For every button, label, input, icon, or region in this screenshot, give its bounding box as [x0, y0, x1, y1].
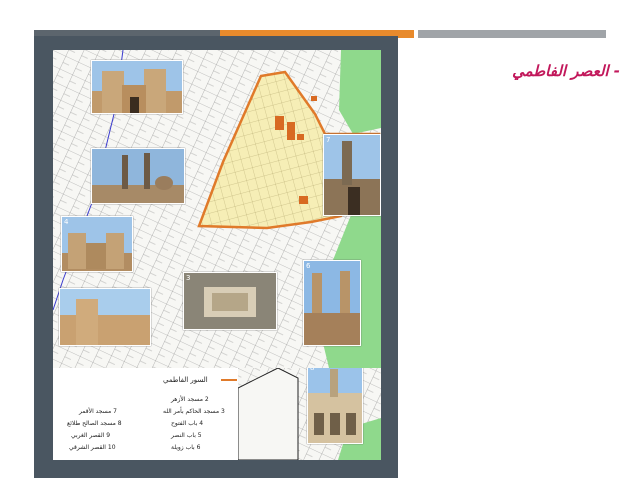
map-legend: السور الفاطمي 2 مسجد الأزهر 3 مسجد الحاك…: [53, 368, 238, 460]
legend-item: 9 القصر الغربي: [71, 432, 111, 439]
legend-item: 3 مسجد الحاكم بأمر الله: [163, 408, 225, 415]
photo-aerial: 3: [183, 272, 277, 330]
photo-number: 7: [326, 136, 331, 144]
monument-3: [297, 134, 304, 140]
photo-number: 3: [186, 274, 191, 282]
photo-number: 6: [306, 262, 311, 270]
photo-bab-zuwayla: 6: [303, 260, 361, 346]
photo-mosque-image: [92, 149, 184, 203]
legend-title: السور الفاطمي: [163, 376, 208, 384]
monument-5: [311, 96, 317, 101]
legend-item: 5 باب النصر: [171, 432, 202, 439]
legend-item: 10 القصر الشرقي: [69, 444, 116, 451]
photo-number: 4: [64, 218, 69, 226]
legend-wall-swatch: [221, 379, 237, 381]
photo-gate: [91, 60, 183, 114]
top-bar-gray: [418, 30, 606, 38]
map-lower-right: 8: [238, 368, 381, 460]
photo-bab-al-futuh: 4: [61, 216, 133, 272]
map: 4 3 7 6: [53, 50, 381, 368]
monument-4: [299, 196, 308, 204]
legend-item: 4 باب الفتوح: [171, 420, 204, 427]
monument-1: [275, 116, 284, 130]
legend-item: 7 مسجد الأقمر: [79, 408, 117, 415]
monument-2: [287, 122, 295, 140]
photo-aqmar-image: [308, 368, 362, 443]
legend-item: 6 باب زويلة: [171, 444, 201, 451]
legend-item: 8 مسجد الصالح طلائع: [67, 420, 122, 427]
photo-wall: [59, 288, 151, 346]
photo-minaret: 7: [323, 134, 381, 216]
photo-mosque: [91, 148, 185, 204]
photo-bab-zuwayla-image: [304, 261, 360, 345]
photo-aerial-image: [184, 273, 276, 329]
photo-gate-image: [92, 61, 182, 113]
photo-minaret-image: [324, 135, 380, 215]
slide-title: - العصر الفاطمي: [512, 62, 620, 80]
photo-aqmar: 8: [307, 368, 363, 444]
photo-bab-al-futuh-image: [62, 217, 132, 271]
legend-item: 2 مسجد الأزهر: [171, 396, 209, 403]
photo-wall-image: [60, 289, 150, 345]
photo-number: 8: [310, 368, 315, 372]
